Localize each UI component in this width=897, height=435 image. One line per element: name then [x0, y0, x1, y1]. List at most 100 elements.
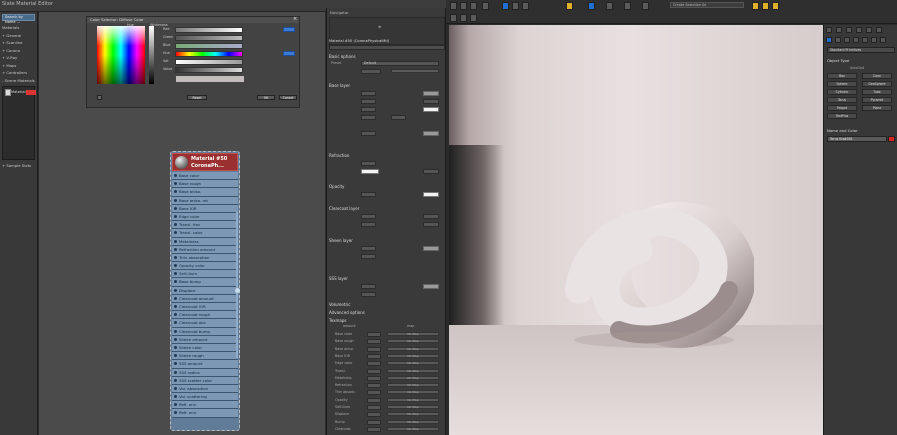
- sss-radius-spinner[interactable]: [361, 292, 376, 297]
- object-type-button[interactable]: Teapot: [827, 105, 857, 111]
- browser-cat-maps[interactable]: + Maps: [0, 62, 37, 70]
- texmap-slot-button[interactable]: No Map: [387, 390, 439, 395]
- node-pin[interactable]: Transl. color: [172, 229, 238, 238]
- transl-color-swatch[interactable]: [423, 131, 439, 136]
- texmap-amount-spinner[interactable]: [367, 405, 381, 410]
- browser-cat-general[interactable]: + General: [0, 32, 37, 40]
- node-header[interactable]: Material #50 CoronaPh...: [172, 153, 238, 171]
- node-pin[interactable]: Refr. env: [172, 409, 238, 418]
- base-aniso-spinner[interactable]: [361, 107, 376, 112]
- cc-abs-spinner[interactable]: [423, 222, 439, 227]
- section-base-layer[interactable]: Base layer: [329, 83, 350, 88]
- section-sss[interactable]: SSS layer: [329, 276, 348, 281]
- node-pin[interactable]: Clearcoat abs: [172, 319, 238, 328]
- select-icon[interactable]: [482, 2, 489, 10]
- object-type-button[interactable]: Cylinder: [827, 89, 857, 95]
- object-type-button[interactable]: Pyramid: [862, 97, 892, 103]
- texmap-amount-spinner[interactable]: [367, 397, 381, 403]
- section-volumetric[interactable]: Volumetric: [329, 302, 350, 307]
- node-pin[interactable]: SSS amount: [172, 360, 238, 369]
- node-pin[interactable]: Self-illum: [172, 270, 238, 279]
- section-clearcoat[interactable]: Clearcoat layer: [329, 206, 359, 211]
- object-type-button[interactable]: GeoSphere: [862, 81, 892, 87]
- render-icon[interactable]: [772, 2, 779, 10]
- object-type-button[interactable]: TextPlus: [827, 113, 857, 119]
- texmap-slot-button[interactable]: No Map: [387, 361, 439, 366]
- base-rot2-spinner[interactable]: [391, 115, 406, 120]
- node-pin[interactable]: Base bump: [172, 278, 238, 287]
- snap-icon[interactable]: [566, 2, 573, 10]
- texmap-slot-button[interactable]: No Map: [387, 412, 439, 417]
- texmap-slot-button[interactable]: No Map: [387, 397, 439, 402]
- hue-spectrum[interactable]: [97, 26, 145, 84]
- basic-spinner[interactable]: [361, 69, 381, 74]
- primitive-type-dropdown[interactable]: Standard Primitives: [827, 47, 895, 53]
- viewport-icon-1[interactable]: [450, 14, 457, 22]
- sat-slider[interactable]: [175, 59, 243, 65]
- create-tab-icon[interactable]: [826, 27, 832, 33]
- layer-icon[interactable]: [642, 2, 649, 10]
- object-type-button[interactable]: Torus: [827, 97, 857, 103]
- texmap-amount-spinner[interactable]: [367, 390, 381, 396]
- modify-tab-icon[interactable]: [836, 27, 842, 33]
- node-graph-view[interactable]: Color Selector: Diffuse Color × Hue Whit…: [39, 12, 325, 435]
- bind-icon[interactable]: [470, 2, 477, 10]
- node-pin[interactable]: Edge color: [172, 212, 238, 222]
- node-pin[interactable]: Thin absorption: [172, 253, 238, 263]
- mirror-icon[interactable]: [606, 2, 613, 10]
- node-pin[interactable]: Displace: [172, 286, 238, 295]
- blue-slider[interactable]: [175, 43, 243, 49]
- object-type-button[interactable]: Tube: [862, 89, 892, 95]
- node-pin[interactable]: Clearcoat IOR: [172, 303, 238, 312]
- texmap-slot-button[interactable]: No Map: [387, 346, 439, 351]
- utilities-tab-icon[interactable]: [876, 27, 882, 33]
- refr-disp-spinner[interactable]: [423, 169, 439, 174]
- output-socket[interactable]: [235, 288, 240, 293]
- scale-icon[interactable]: [522, 2, 529, 10]
- node-pin[interactable]: SSS scatter color: [172, 376, 238, 385]
- refr-color-swatch[interactable]: [361, 169, 379, 174]
- texmap-amount-spinner[interactable]: [367, 332, 381, 337]
- cancel-button[interactable]: Cancel: [279, 95, 297, 100]
- align-icon[interactable]: [624, 2, 631, 10]
- close-icon[interactable]: ×: [293, 16, 298, 22]
- render-setup-icon[interactable]: [752, 2, 759, 10]
- preset-dropdown[interactable]: Default: [361, 61, 439, 66]
- browser-sample-slots[interactable]: + Sample Slots: [0, 162, 37, 170]
- base-level-spinner[interactable]: [361, 91, 376, 96]
- browser-cat-scanline[interactable]: + Scanline: [0, 39, 37, 47]
- angle-snap-icon[interactable]: [588, 2, 595, 10]
- base-rot-spinner[interactable]: [361, 115, 376, 120]
- rotate-icon[interactable]: [512, 2, 519, 10]
- section-basic-options[interactable]: Basic options: [329, 54, 356, 59]
- shapes-icon[interactable]: [835, 37, 841, 43]
- texmap-amount-spinner[interactable]: [367, 412, 381, 418]
- texmap-slot-button[interactable]: No Map: [387, 353, 439, 358]
- texmap-slot-button[interactable]: No Map: [387, 426, 439, 431]
- section-opacity[interactable]: Opacity: [329, 184, 344, 189]
- node-pin[interactable]: SSS radius: [172, 368, 238, 377]
- spacewarps-icon[interactable]: [871, 37, 877, 43]
- node-pin[interactable]: Refraction amount: [172, 245, 238, 254]
- cc-ior-spinner[interactable]: [423, 214, 439, 219]
- motion-tab-icon[interactable]: [856, 27, 862, 33]
- selection-set-dropdown[interactable]: Create Selection Se: [670, 2, 744, 8]
- helpers-icon[interactable]: [862, 37, 868, 43]
- eyedropper-icon[interactable]: [97, 95, 102, 100]
- node-pin[interactable]: Opacity color: [172, 262, 238, 271]
- cc-rough-spinner[interactable]: [361, 222, 376, 227]
- hierarchy-tab-icon[interactable]: [846, 27, 852, 33]
- texmap-amount-spinner[interactable]: [367, 361, 381, 367]
- texmap-amount-spinner[interactable]: [367, 375, 381, 381]
- node-pin[interactable]: Clearcoat amount: [172, 294, 238, 303]
- viewport-icon-3[interactable]: [470, 14, 477, 22]
- texmap-slot-button[interactable]: No Map: [387, 339, 439, 344]
- autogrid-checkbox[interactable]: AutoGrid: [850, 66, 864, 70]
- green-slider[interactable]: [175, 35, 243, 41]
- node-pin[interactable]: Transl. frac: [172, 221, 238, 230]
- node-pin[interactable]: Vol. absorption: [172, 384, 238, 394]
- render-frame-icon[interactable]: [762, 2, 769, 10]
- texmap-slot-button[interactable]: No Map: [387, 368, 439, 373]
- texmap-slot-button[interactable]: No Map: [387, 383, 439, 388]
- hue-slider[interactable]: [175, 51, 243, 57]
